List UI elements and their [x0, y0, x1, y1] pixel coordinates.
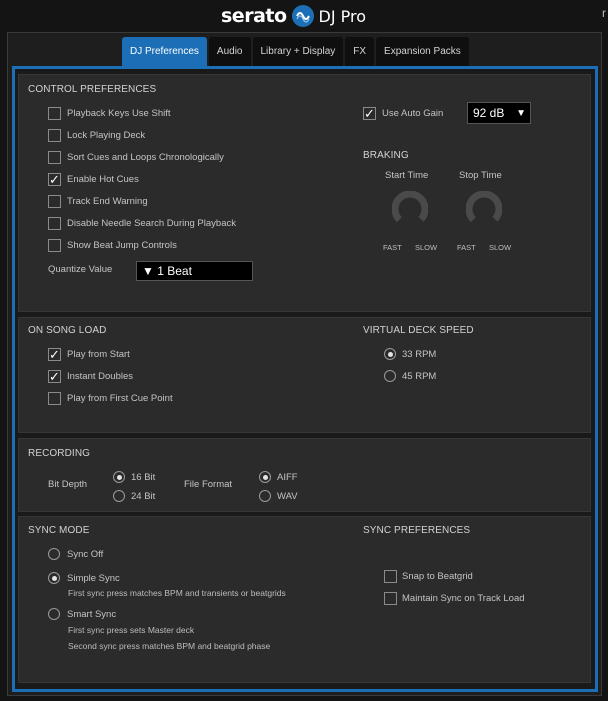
settings-tabs: DJ Preferences Audio Library + Display F… [122, 37, 469, 66]
logo-product-name: DJ Pro [318, 6, 367, 26]
corner-mark: r [602, 6, 606, 20]
sync-mode-heading: SYNC MODE [28, 525, 90, 536]
checkbox-disable-needle-search[interactable] [48, 217, 61, 230]
smart-sync-description-2: Second sync press matches BPM and beatgr… [68, 641, 271, 651]
label-instant-doubles: Instant Doubles [67, 371, 134, 382]
sync-preferences-heading: SYNC PREFERENCES [363, 525, 471, 536]
checkbox-lock-playing-deck[interactable] [48, 129, 61, 142]
label-smart-sync: Smart Sync [67, 609, 117, 620]
label-enable-hot-cues: Enable Hot Cues [67, 174, 139, 185]
serato-logo-icon [291, 5, 314, 27]
stop-fast-label: FAST [457, 243, 476, 252]
label-sort-cues-loops: Sort Cues and Loops Chronologically [67, 152, 224, 163]
label-use-auto-gain: Use Auto Gain [382, 108, 444, 119]
quantize-value-label: Quantize Value [48, 264, 113, 275]
quantize-value-dropdown[interactable]: ▼ 1 Beat [136, 261, 253, 281]
radio-24-bit[interactable] [113, 490, 125, 502]
checkbox-snap-to-beatgrid[interactable] [384, 570, 397, 583]
label-24-bit: 24 Bit [131, 491, 156, 502]
checkbox-use-auto-gain[interactable]: ✓ [363, 107, 376, 120]
recording-heading: RECORDING [28, 448, 91, 459]
label-show-beat-jump-controls: Show Beat Jump Controls [67, 240, 177, 251]
logo-wordmark: serato [221, 5, 287, 27]
serato-logo: serato DJ Pro [221, 3, 366, 29]
checkbox-sort-cues-loops[interactable] [48, 151, 61, 164]
label-33-rpm: 33 RPM [402, 349, 437, 360]
label-wav: WAV [277, 491, 298, 502]
braking-heading: BRAKING [363, 150, 409, 161]
tab-expansion-packs[interactable]: Expansion Packs [376, 37, 469, 66]
file-format-label: File Format [184, 479, 233, 490]
title-bar: serato DJ Pro r [0, 0, 608, 32]
label-45-rpm: 45 RPM [402, 371, 437, 382]
tab-dj-preferences[interactable]: DJ Preferences [122, 37, 207, 66]
label-play-from-first-cue: Play from First Cue Point [67, 393, 173, 404]
radio-aiff[interactable] [259, 471, 271, 483]
tab-audio[interactable]: Audio [208, 37, 251, 66]
stop-time-label: Stop Time [459, 170, 502, 181]
radio-45-rpm[interactable] [384, 370, 396, 382]
radio-33-rpm[interactable] [384, 348, 396, 360]
label-track-end-warning: Track End Warning [67, 196, 148, 207]
checkbox-enable-hot-cues[interactable]: ✓ [48, 173, 61, 186]
auto-gain-dropdown[interactable]: 92 dB ▼ [467, 102, 531, 124]
auto-gain-value: 92 dB [473, 106, 505, 120]
quantize-value-text: ▼ 1 Beat [142, 264, 192, 278]
smart-sync-description-1: First sync press sets Master deck [68, 625, 195, 635]
radio-wav[interactable] [259, 490, 271, 502]
radio-simple-sync[interactable] [48, 572, 60, 584]
recording-panel [18, 438, 591, 512]
stop-slow-label: SLOW [489, 243, 512, 252]
radio-16-bit[interactable] [113, 471, 125, 483]
label-maintain-sync: Maintain Sync on Track Load [402, 593, 525, 604]
chevron-down-icon: ▼ [516, 107, 526, 119]
start-fast-label: FAST [383, 243, 402, 252]
control-preferences-heading: CONTROL PREFERENCES [28, 84, 157, 95]
radio-smart-sync[interactable] [48, 608, 60, 620]
bit-depth-label: Bit Depth [48, 479, 88, 490]
label-playback-keys-use-shift: Playback Keys Use Shift [67, 108, 171, 119]
tab-library-display[interactable]: Library + Display [252, 37, 344, 66]
label-snap-to-beatgrid: Snap to Beatgrid [402, 571, 473, 582]
checkbox-maintain-sync[interactable] [384, 592, 397, 605]
tab-fx[interactable]: FX [345, 37, 375, 66]
checkbox-track-end-warning[interactable] [48, 195, 61, 208]
checkbox-play-from-first-cue[interactable] [48, 392, 61, 405]
on-song-load-heading: ON SONG LOAD [28, 325, 107, 336]
checkbox-play-from-start[interactable]: ✓ [48, 348, 61, 361]
label-simple-sync: Simple Sync [67, 573, 120, 584]
label-lock-playing-deck: Lock Playing Deck [67, 130, 146, 141]
checkbox-playback-keys-use-shift[interactable] [48, 107, 61, 120]
start-time-knob[interactable] [392, 191, 428, 227]
checkbox-show-beat-jump-controls[interactable] [48, 239, 61, 252]
label-disable-needle-search: Disable Needle Search During Playback [67, 218, 236, 229]
stop-time-knob[interactable] [466, 191, 502, 227]
label-16-bit: 16 Bit [131, 472, 156, 483]
checkbox-instant-doubles[interactable]: ✓ [48, 370, 61, 383]
start-time-label: Start Time [385, 170, 429, 181]
start-slow-label: SLOW [415, 243, 438, 252]
label-play-from-start: Play from Start [67, 349, 130, 360]
simple-sync-description: First sync press matches BPM and transie… [68, 588, 286, 598]
virtual-deck-speed-heading: VIRTUAL DECK SPEED [363, 325, 474, 336]
label-sync-off: Sync Off [67, 549, 104, 560]
radio-sync-off[interactable] [48, 548, 60, 560]
label-aiff: AIFF [277, 472, 298, 483]
